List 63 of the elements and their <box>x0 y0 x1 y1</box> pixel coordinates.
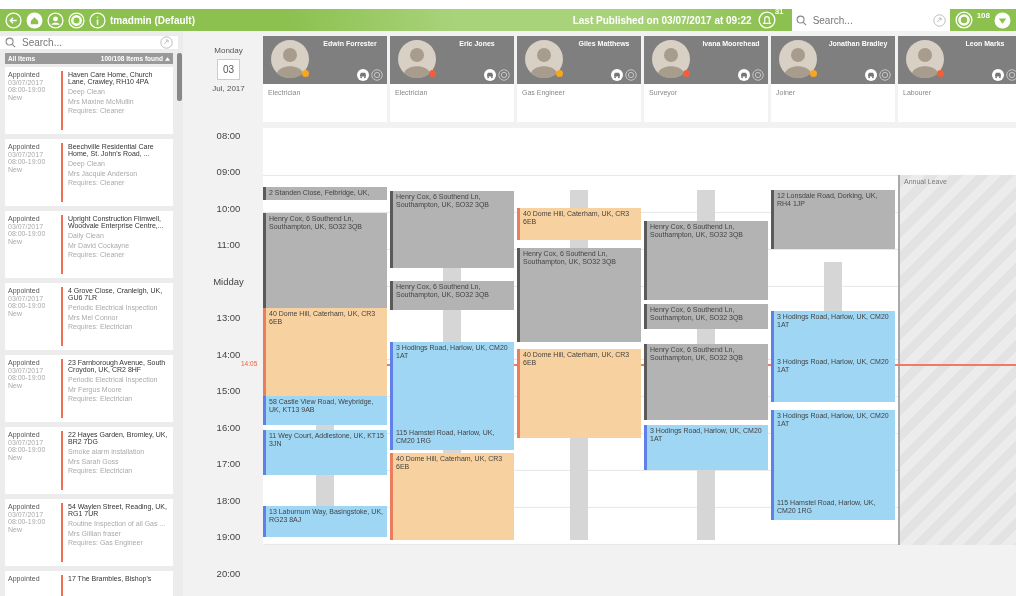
bell-icon[interactable] <box>757 11 776 29</box>
car-icon[interactable] <box>738 69 750 81</box>
car-icon[interactable] <box>992 69 1004 81</box>
avatar-icon <box>906 40 944 78</box>
search-field[interactable]: Search... <box>0 36 178 49</box>
hour-label: 10:00 <box>216 202 241 216</box>
target-icon[interactable] <box>1006 69 1016 81</box>
avatar-icon <box>398 40 436 78</box>
travel-bar <box>443 450 461 453</box>
car-icon[interactable] <box>611 69 623 81</box>
search-icon <box>795 14 807 26</box>
avatar-icon <box>779 40 817 78</box>
target-icon[interactable] <box>371 69 383 81</box>
avatar-icon <box>525 40 563 78</box>
travel-bar <box>316 425 334 430</box>
hour-label: 19:00 <box>216 531 241 545</box>
weekday-label: Monday <box>214 46 243 55</box>
info-icon[interactable] <box>89 11 106 29</box>
travel-bar <box>443 268 461 281</box>
car-icon[interactable] <box>865 69 877 81</box>
hour-label: 18:00 <box>216 494 241 508</box>
travel-bar <box>697 329 715 344</box>
hour-label: 15:00 <box>216 385 241 399</box>
locate-icon[interactable] <box>932 13 946 27</box>
travel-bar <box>316 475 334 506</box>
hour-label: 14:00 <box>216 348 241 362</box>
hour-label: 16:00 <box>216 421 241 435</box>
car-icon[interactable] <box>484 69 496 81</box>
travel-bar <box>570 190 588 208</box>
hour-label: 17:00 <box>216 458 241 472</box>
hour-label: 08:00 <box>216 129 241 143</box>
notification-count: 31 <box>774 7 784 16</box>
filter-icon[interactable] <box>994 11 1011 29</box>
hour-label: Midday <box>213 275 244 289</box>
travel-bar <box>824 262 842 311</box>
month-year-label: Jul, 2017 <box>212 84 245 93</box>
target-icon[interactable] <box>498 69 510 81</box>
hour-label: 13:00 <box>216 312 241 326</box>
search-icon <box>5 37 16 48</box>
avatar-icon <box>271 40 309 78</box>
scrollbar-thumb[interactable] <box>177 53 182 101</box>
item-count: 108 <box>976 10 990 20</box>
home-icon[interactable] <box>26 11 43 29</box>
search-field[interactable]: Search... <box>791 9 950 31</box>
caret-icon[interactable] <box>165 56 170 61</box>
hour-label: 20:00 <box>216 567 241 581</box>
travel-bar <box>697 470 715 540</box>
user-icon[interactable] <box>47 11 64 29</box>
date-badge[interactable]: 03 <box>216 59 241 80</box>
travel-bar <box>443 310 461 342</box>
last-published-text: Last Published on 03/07/2017 at 09:22 <box>572 14 752 26</box>
target-icon[interactable] <box>879 69 891 81</box>
hour-label: 11:00 <box>216 239 241 253</box>
travel-bar <box>697 190 715 221</box>
locate-icon[interactable] <box>160 36 173 49</box>
target-icon[interactable] <box>625 69 637 81</box>
user-name: tmadmin (Default) <box>110 14 195 26</box>
hour-label: 09:00 <box>216 166 241 180</box>
avatar-icon <box>652 40 690 78</box>
target-icon[interactable] <box>752 69 764 81</box>
travel-bar <box>570 240 588 248</box>
back-icon[interactable] <box>5 11 22 29</box>
car-icon[interactable] <box>357 69 369 81</box>
